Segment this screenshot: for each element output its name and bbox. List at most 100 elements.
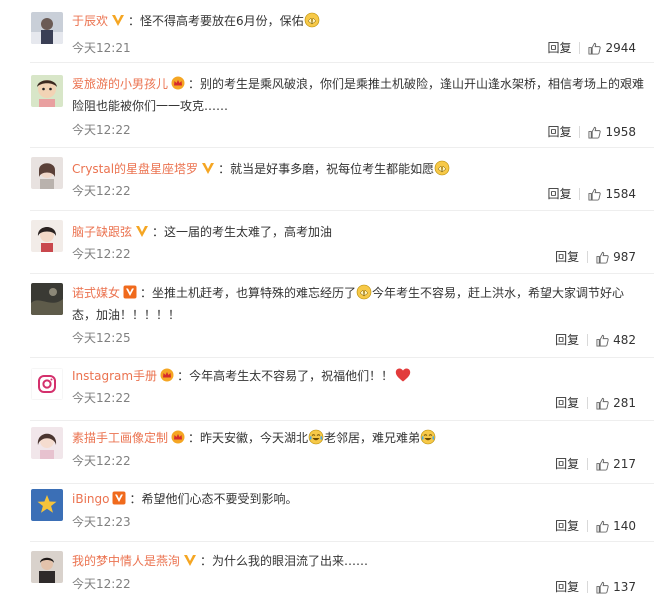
action-divider	[579, 42, 581, 54]
thumbs-up-icon	[596, 458, 609, 471]
thumbs-up-icon	[596, 251, 609, 264]
comment-time: 今天12:22	[72, 184, 131, 198]
action-divider	[587, 251, 589, 263]
username-link[interactable]: 我的梦中情人是燕洵	[72, 554, 180, 568]
action-divider	[579, 126, 581, 138]
vip-badge-icon[interactable]	[112, 491, 126, 505]
comment-item: iBingo ：希望他们心态不要受到影响。 今天12:23 回复 140	[0, 484, 654, 541]
like-button[interactable]: 281	[596, 395, 636, 411]
reply-button[interactable]: 回复	[555, 456, 579, 472]
like-button[interactable]: 1584	[588, 186, 636, 202]
comment-item: Instagram手册 ：今年高考生太不容易了，祝福他们！！ 今天12:22 回复…	[0, 358, 654, 420]
like-button[interactable]: 482	[596, 332, 636, 348]
like-count: 140	[613, 519, 636, 533]
username-link[interactable]: Instagram手册	[72, 369, 157, 383]
reply-button[interactable]: 回复	[555, 579, 579, 595]
avatar[interactable]	[31, 551, 63, 583]
like-button[interactable]: 137	[596, 579, 636, 595]
comment-time: 今天12:22	[72, 391, 131, 405]
comment-time: 今天12:25	[72, 331, 131, 345]
heart-emoji-icon	[395, 367, 411, 383]
like-button[interactable]: 1958	[588, 124, 636, 140]
username-link[interactable]: 于辰欢	[72, 14, 108, 28]
like-button[interactable]: 140	[596, 518, 636, 534]
vip-badge-icon[interactable]	[123, 285, 137, 299]
comment-item: 素描手工画像定制 ：昨天安徽，今天湖北 老邻居，难兄难弟 今天12:22 回复 21…	[0, 421, 654, 483]
thumbs-up-icon	[588, 126, 602, 139]
thumbs-up-icon	[588, 42, 602, 55]
comment-list: 于辰欢 ：怪不得高考要放在6月份，保佑 今天12:21 回复 2944 爱旅游的小…	[0, 0, 654, 596]
action-divider	[579, 188, 581, 200]
avatar[interactable]	[31, 157, 63, 189]
avatar[interactable]	[31, 12, 63, 44]
crown-member-badge-icon[interactable]	[160, 368, 174, 382]
comment-time: 今天12:22	[72, 577, 131, 591]
reply-button[interactable]: 回复	[555, 249, 579, 265]
vip-badge-icon[interactable]	[135, 224, 149, 238]
comment-item: 诺式媒女 ：坐推土机赶考，也算特殊的难忘经历了 今年考生不容易，赶上洪水，希望大家调…	[0, 274, 654, 358]
comment-text-continued: 老邻居，难兄难弟	[324, 431, 421, 445]
avatar[interactable]	[31, 489, 63, 521]
vip-badge-icon[interactable]	[201, 161, 215, 175]
crown-member-badge-icon[interactable]	[171, 430, 185, 444]
comment-time: 今天12:23	[72, 515, 131, 529]
avatar[interactable]	[31, 283, 63, 315]
avatar[interactable]	[31, 220, 63, 252]
laugh-cry-emoji-icon	[420, 429, 436, 445]
comment-text: ：坐推土机赶考，也算特殊的难忘经历了	[140, 286, 357, 300]
avatar[interactable]	[31, 427, 63, 459]
thumbs-up-icon	[596, 334, 609, 347]
comment-item: 脑子缺跟弦 ：这一届的考生太难了，高考加油 今天12:22 回复 987	[0, 211, 654, 273]
comment-text: ：希望他们心态不要受到影响。	[129, 492, 298, 506]
laugh-cry-emoji-icon	[308, 429, 324, 445]
comment-time: 今天12:22	[72, 454, 131, 468]
thumbs-up-icon	[596, 397, 609, 410]
praying-emoji-icon	[356, 284, 372, 300]
username-link[interactable]: 素描手工画像定制	[72, 431, 168, 445]
like-button[interactable]: 2944	[588, 40, 636, 56]
reply-button[interactable]: 回复	[547, 186, 571, 202]
like-count: 2944	[605, 41, 636, 55]
avatar[interactable]	[31, 368, 63, 400]
crown-member-badge-icon[interactable]	[171, 76, 185, 90]
praying-emoji-icon	[304, 12, 320, 28]
comment-text: ：昨天安徽，今天湖北	[188, 431, 309, 445]
username-link[interactable]: 脑子缺跟弦	[72, 225, 132, 239]
reply-button[interactable]: 回复	[555, 518, 579, 534]
action-divider	[587, 458, 589, 470]
like-count: 281	[613, 396, 636, 410]
reply-button[interactable]: 回复	[555, 395, 579, 411]
vip-badge-icon[interactable]	[111, 13, 125, 27]
comment-text: ：这一届的考生太难了，高考加油	[152, 225, 333, 239]
username-link[interactable]: 爱旅游的小男孩儿	[72, 77, 168, 91]
comment-text: ：为什么我的眼泪流了出来……	[200, 554, 369, 568]
username-link[interactable]: Crystal的星盘星座塔罗	[72, 162, 198, 176]
reply-button[interactable]: 回复	[547, 124, 571, 140]
username-link[interactable]: 诺式媒女	[72, 286, 120, 300]
action-divider	[587, 334, 589, 346]
like-count: 137	[613, 580, 636, 594]
avatar[interactable]	[31, 75, 63, 107]
reply-button[interactable]: 回复	[547, 40, 571, 56]
like-button[interactable]: 217	[596, 456, 636, 472]
comment-time: 今天12:22	[72, 123, 131, 137]
username-link[interactable]: iBingo	[72, 492, 109, 506]
comment-item: Crystal的星盘星座塔罗 ：就当是好事多磨，祝每位考生都能如愿 今天12:22…	[0, 148, 654, 210]
thumbs-up-icon	[596, 520, 609, 533]
action-divider	[587, 581, 589, 593]
comment-time: 今天12:22	[72, 247, 131, 261]
like-button[interactable]: 987	[596, 249, 636, 265]
comment-text: ：今年高考生太不容易了，祝福他们！！	[177, 369, 394, 383]
like-count: 1584	[605, 187, 636, 201]
thumbs-up-icon	[596, 581, 609, 594]
action-divider	[587, 397, 589, 409]
vip-badge-icon[interactable]	[183, 553, 197, 567]
like-count: 987	[613, 250, 636, 264]
like-count: 482	[613, 333, 636, 347]
action-divider	[587, 520, 589, 532]
comment-text: ：就当是好事多磨，祝每位考生都能如愿	[218, 162, 435, 176]
praying-emoji-icon	[434, 160, 450, 176]
reply-button[interactable]: 回复	[555, 332, 579, 348]
comment-item: 爱旅游的小男孩儿 ：别的考生是乘风破浪，你们是乘推土机破险，逢山开山逢水架桥，相信…	[0, 63, 654, 147]
like-count: 1958	[605, 125, 636, 139]
